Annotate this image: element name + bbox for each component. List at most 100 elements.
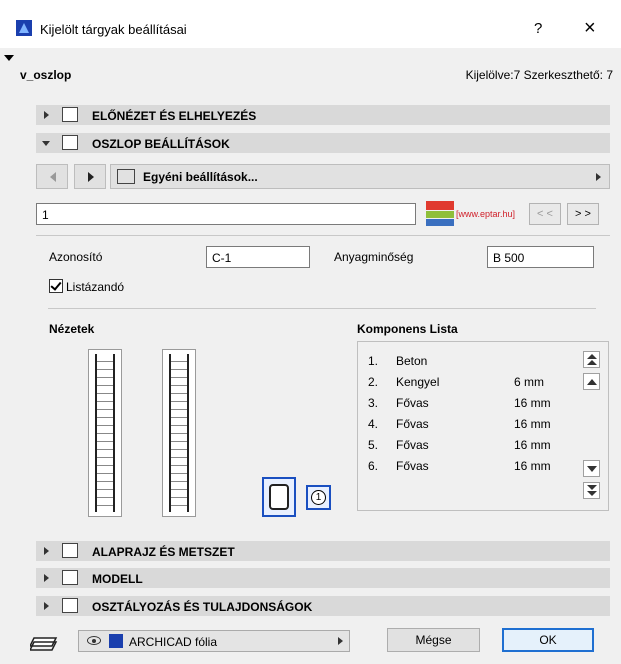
panel-classification-label: OSZTÁLYOZÁS ÉS TULAJDONSÁGOK [92, 600, 313, 614]
scroll-down-button[interactable] [583, 460, 600, 477]
panel-preview[interactable]: ELŐNÉZET ÉS ELHELYEZÉS [36, 105, 610, 125]
listable-checkbox[interactable] [49, 279, 63, 293]
listable-label: Listázandó [66, 280, 125, 294]
column-front-view [88, 349, 122, 517]
item-number: 5. [368, 438, 379, 452]
expand-arrow-icon [44, 574, 49, 582]
id-label: Azonosító [49, 250, 103, 264]
item-number: 2. [368, 375, 379, 389]
id-field[interactable]: C-1 [206, 246, 310, 268]
double-down-arrow-icon [587, 485, 597, 490]
arrow-left-icon [50, 172, 56, 182]
double-up-arrow-icon [587, 354, 597, 359]
list-item[interactable]: 4. Fővas 16 mm [368, 417, 578, 437]
list-item[interactable]: 6. Fővas 16 mm [368, 459, 578, 479]
number-badge: 1 [311, 490, 326, 505]
selection-info: Kijelölve:7 Szerkeszthető: 7 [465, 68, 613, 82]
close-button[interactable]: × [584, 17, 596, 40]
item-size: 16 mm [514, 396, 551, 410]
next-page-button[interactable]: > > [567, 203, 599, 225]
layer-dropdown[interactable]: ARCHICAD fólia [78, 630, 350, 652]
item-name: Kengyel [396, 375, 440, 389]
favorites-label: Egyéni beállítások... [143, 170, 258, 184]
layer-label: ARCHICAD fólia [129, 635, 218, 649]
panel-classification[interactable]: OSZTÁLYOZÁS ÉS TULAJDONSÁGOK [36, 596, 610, 616]
favorites-icon [117, 169, 135, 184]
layer-icon [109, 634, 123, 648]
rebar-stirrups [95, 354, 115, 512]
layers-icon [30, 637, 58, 651]
up-arrow-icon [587, 379, 597, 385]
object-name: v_oszlop [20, 68, 72, 82]
title-bar: Kijelölt tárgyak beállításai ? × [0, 0, 621, 48]
down-arrow-icon [587, 491, 597, 496]
panel-floorplan-label: ALAPRAJZ ÉS METSZET [92, 545, 235, 559]
logo-bar-blue [426, 219, 454, 226]
panel-model-label: MODELL [92, 572, 143, 586]
item-number: 6. [368, 459, 379, 473]
material-label: Anyagminőség [334, 250, 414, 264]
model-cube-icon [62, 570, 78, 585]
item-size: 16 mm [514, 417, 551, 431]
column-icon [62, 135, 78, 150]
dropdown-arrow-icon [596, 173, 601, 181]
item-name: Fővas [396, 396, 429, 410]
ok-button[interactable]: OK [502, 628, 594, 652]
component-list[interactable]: 1. Beton 2. Kengyel 6 mm 3. Fővas 16 mm … [357, 341, 609, 511]
logo-text: [www.eptar.hu] [456, 209, 516, 219]
list-item[interactable]: 3. Fővas 16 mm [368, 396, 578, 416]
collapse-arrow-icon[interactable] [4, 55, 14, 61]
views-label: Nézetek [49, 322, 95, 336]
logo-bar-green [426, 211, 454, 218]
divider [48, 308, 596, 309]
panel-floorplan[interactable]: ALAPRAJZ ÉS METSZET [36, 541, 610, 561]
number-badge-icon[interactable]: 1 [306, 485, 331, 510]
list-item[interactable]: 2. Kengyel 6 mm [368, 375, 578, 395]
panel-preview-label: ELŐNÉZET ÉS ELHELYEZÉS [92, 109, 257, 123]
settings-dialog: Kijelölt tárgyak beállításai ? × v_oszlo… [0, 0, 621, 664]
next-favorite-button[interactable] [74, 164, 106, 189]
archicad-icon [16, 20, 32, 36]
item-name: Fővas [396, 438, 429, 452]
item-name: Fővas [396, 459, 429, 473]
scroll-up-button[interactable] [583, 373, 600, 390]
panel-model[interactable]: MODELL [36, 568, 610, 588]
panel-column-settings[interactable]: OSZLOP BEÁLLÍTÁSOK [36, 133, 610, 153]
expand-arrow-icon [44, 602, 49, 610]
help-button[interactable]: ? [534, 20, 542, 37]
dropdown-arrow-icon [338, 637, 343, 645]
eye-icon [87, 636, 101, 645]
list-item[interactable]: 5. Fővas 16 mm [368, 438, 578, 458]
material-field[interactable]: B 500 [487, 246, 594, 268]
rebar-stirrups [169, 354, 189, 512]
page-field[interactable]: 1 [36, 203, 416, 225]
favorites-dropdown[interactable]: Egyéni beállítások... [110, 164, 610, 189]
section-outline [269, 484, 289, 510]
item-name: Beton [396, 354, 428, 368]
prev-favorite-button[interactable] [36, 164, 68, 189]
eptar-logo: [www.eptar.hu] [426, 199, 516, 229]
window-title: Kijelölt tárgyak beállításai [40, 22, 187, 37]
divider [36, 235, 610, 236]
cross-section-icon[interactable] [262, 477, 296, 517]
expand-arrow-icon [44, 111, 49, 119]
item-size: 16 mm [514, 459, 551, 473]
item-number: 1. [368, 354, 379, 368]
down-arrow-icon [587, 466, 597, 472]
document-icon [62, 598, 78, 613]
up-arrow-icon [587, 360, 597, 365]
favorites-row: Egyéni beállítások... [36, 164, 610, 189]
cancel-button[interactable]: Mégse [387, 628, 480, 652]
preview-icon [62, 107, 78, 122]
list-item[interactable]: 1. Beton [368, 354, 578, 374]
expand-arrow-icon [44, 547, 49, 555]
components-label: Komponens Lista [357, 322, 458, 336]
column-side-view [162, 349, 196, 517]
item-name: Fővas [396, 417, 429, 431]
prev-page-button[interactable]: < < [529, 203, 561, 225]
scroll-top-button[interactable] [583, 351, 600, 368]
item-number: 3. [368, 396, 379, 410]
floorplan-icon [62, 543, 78, 558]
item-size: 16 mm [514, 438, 551, 452]
scroll-bottom-button[interactable] [583, 482, 600, 499]
